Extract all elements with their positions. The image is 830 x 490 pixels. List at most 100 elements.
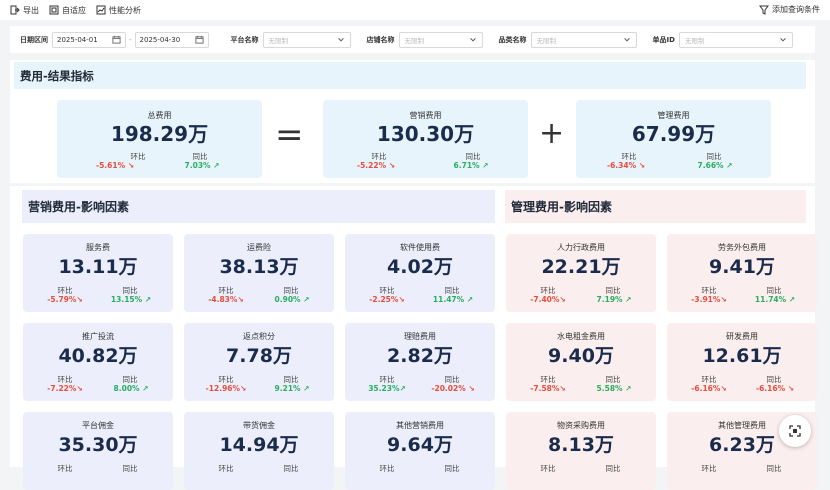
- fullscreen-button[interactable]: [779, 415, 811, 447]
- management-factors-title: 管理费用-影响因素: [505, 190, 806, 223]
- card-value: 13.11万: [58, 256, 138, 278]
- card-value: 35.30万: [58, 434, 138, 456]
- platform-select[interactable]: 无限制: [262, 31, 351, 48]
- factor-card: 返点积分 7.78万 环比 同比 -12.96%↘ 9.21% ↗: [184, 323, 334, 401]
- yoy-value: 13.15% ↗: [110, 295, 152, 304]
- marketing-factors-title: 营销费用-影响因素: [22, 190, 495, 223]
- category-placeholder: 无限制: [536, 36, 557, 45]
- calendar-icon: [112, 35, 121, 44]
- performance-icon: [96, 5, 106, 15]
- yoy-value: 0.90% ↗: [274, 295, 310, 304]
- mom-value: -7.58%↘: [530, 384, 566, 393]
- result-title: 费用-结果指标: [14, 62, 806, 89]
- card-value: 67.99万: [631, 122, 716, 146]
- yoy-value: 11.47% ↗: [432, 295, 474, 304]
- category-label: 品类名称: [498, 35, 527, 44]
- adaptive-icon: [49, 5, 59, 15]
- yoy-label: 同比: [283, 464, 299, 473]
- card-value: 12.61万: [702, 345, 782, 367]
- mom-label: 环比: [57, 464, 73, 473]
- yoy-value: 7.66% ↗: [697, 161, 733, 170]
- performance-button[interactable]: 性能分析: [96, 5, 141, 16]
- plus-sign: +: [539, 116, 565, 151]
- date-range-label: 日期区间: [20, 35, 48, 44]
- chevron-down-icon: [469, 37, 476, 41]
- card-value: 9.64万: [387, 434, 453, 456]
- mom-value: -5.61% ↘: [95, 161, 135, 170]
- total-cost-card: 总费用 198.29万 环比 同比 -5.61% ↘ 7.03% ↗: [57, 100, 262, 178]
- card-value: 4.02万: [387, 256, 453, 278]
- sku-label: 单品ID: [652, 35, 675, 44]
- add-filter-label: 添加查询条件: [772, 5, 820, 14]
- mom-value: -5.22% ↘: [356, 161, 396, 170]
- yoy-value: 5.58% ↗: [596, 384, 632, 393]
- mom-value: -3.91%↘: [691, 295, 727, 304]
- date-end-input[interactable]: 2025-04-30: [134, 31, 209, 48]
- factor-card: 水电租金费用 9.40万 环比 同比 -7.58%↘ 5.58% ↗: [506, 323, 656, 401]
- management-cost-card: 管理费用 67.99万 环比 同比 -6.34% ↘ 7.66% ↗: [576, 100, 771, 178]
- store-label: 店铺名称: [366, 35, 395, 44]
- store-select[interactable]: 无限制: [398, 31, 483, 48]
- export-button[interactable]: 导出: [10, 5, 39, 16]
- yoy-value: 9.21% ↗: [274, 384, 310, 393]
- factor-card: 理赔费用 2.82万 环比 同比 35.23%↗ -20.02% ↘: [345, 323, 495, 401]
- marketing-cost-card: 营销费用 130.30万 环比 同比 -5.22% ↘ 6.71% ↗: [323, 100, 528, 178]
- yoy-value: 7.19% ↗: [596, 295, 632, 304]
- add-filter-button[interactable]: 添加查询条件: [759, 4, 820, 15]
- top-toolbar: 导出 自适应 性能分析 添加查询条件: [0, 0, 830, 20]
- mom-value: -2.25%↘: [369, 295, 405, 304]
- platform-label: 平台名称: [230, 35, 259, 44]
- date-separator: -: [129, 35, 132, 44]
- mom-value: 35.23%↗: [368, 384, 406, 393]
- chevron-down-icon: [780, 37, 786, 41]
- sku-placeholder: 无限制: [684, 36, 705, 45]
- card-value: 22.21万: [541, 256, 621, 278]
- card-value: 9.41万: [709, 256, 775, 278]
- chevron-down-icon: [623, 37, 630, 41]
- date-end-value: 2025-04-30: [139, 35, 181, 44]
- card-value: 9.40万: [548, 345, 614, 367]
- card-value: 2.82万: [387, 345, 453, 367]
- category-select[interactable]: 无限制: [530, 31, 637, 48]
- yoy-value: 8.00% ↗: [113, 384, 149, 393]
- card-value: 7.78万: [226, 345, 292, 367]
- mom-value: -5.79%↘: [47, 295, 83, 304]
- date-start-input[interactable]: 2025-04-01: [52, 31, 126, 48]
- factor-card: 软件使用费 4.02万 环比 同比 -2.25%↘ 11.47% ↗: [345, 234, 495, 312]
- card-value: 38.13万: [219, 256, 299, 278]
- mom-value: -12.96%↘: [205, 384, 247, 393]
- factor-card: 运费险 38.13万 环比 同比 -4.83%↘ 0.90% ↗: [184, 234, 334, 312]
- factor-card: 人力行政费用 22.21万 环比 同比 -7.40%↘ 7.19% ↗: [506, 234, 656, 312]
- yoy-value: 7.03% ↗: [184, 161, 220, 170]
- filter-icon: [759, 5, 769, 15]
- mom-label: 环比: [540, 464, 556, 473]
- card-value: 40.82万: [58, 345, 138, 367]
- card-value: 198.29万: [110, 122, 209, 146]
- mom-label: 环比: [218, 464, 234, 473]
- sku-select[interactable]: 无限制: [678, 31, 793, 48]
- factor-card: 推广投流 40.82万 环比 同比 -7.22%↘ 8.00% ↗: [23, 323, 173, 401]
- adaptive-button[interactable]: 自适应: [49, 5, 86, 16]
- yoy-value: 11.74% ↗: [754, 295, 796, 304]
- equals-sign: =: [275, 115, 304, 155]
- factor-card: 研发费用 12.61万 环比 同比 -6.16%↘ -6.16% ↘: [667, 323, 817, 401]
- yoy-label: 同比: [122, 464, 138, 473]
- export-label: 导出: [23, 5, 39, 15]
- yoy-value: -20.02% ↘: [431, 384, 475, 393]
- yoy-label: 同比: [766, 464, 782, 473]
- date-start-value: 2025-04-01: [57, 35, 98, 44]
- factor-card: 劳务外包费用 9.41万 环比 同比 -3.91%↘ 11.74% ↗: [667, 234, 817, 312]
- factor-card: 服务费 13.11万 环比 同比 -5.79%↘ 13.15% ↗: [23, 234, 173, 312]
- card-value: 8.13万: [548, 434, 614, 456]
- mom-value: -7.40%↘: [530, 295, 566, 304]
- yoy-value: -6.16% ↘: [755, 384, 795, 393]
- mom-label: 环比: [701, 464, 717, 473]
- filter-bar: 日期区间 2025-04-01 - 2025-04-30 平台名称 无限制 店铺…: [10, 26, 815, 53]
- mom-value: -6.34% ↘: [606, 161, 646, 170]
- chevron-down-icon: [337, 37, 344, 41]
- mom-label: 环比: [379, 464, 395, 473]
- factor-card: 平台佣金 35.30万 环比 同比: [23, 412, 173, 490]
- mom-value: -6.16%↘: [691, 384, 727, 393]
- factor-card: 带货佣金 14.94万 环比 同比: [184, 412, 334, 490]
- yoy-label: 同比: [605, 464, 621, 473]
